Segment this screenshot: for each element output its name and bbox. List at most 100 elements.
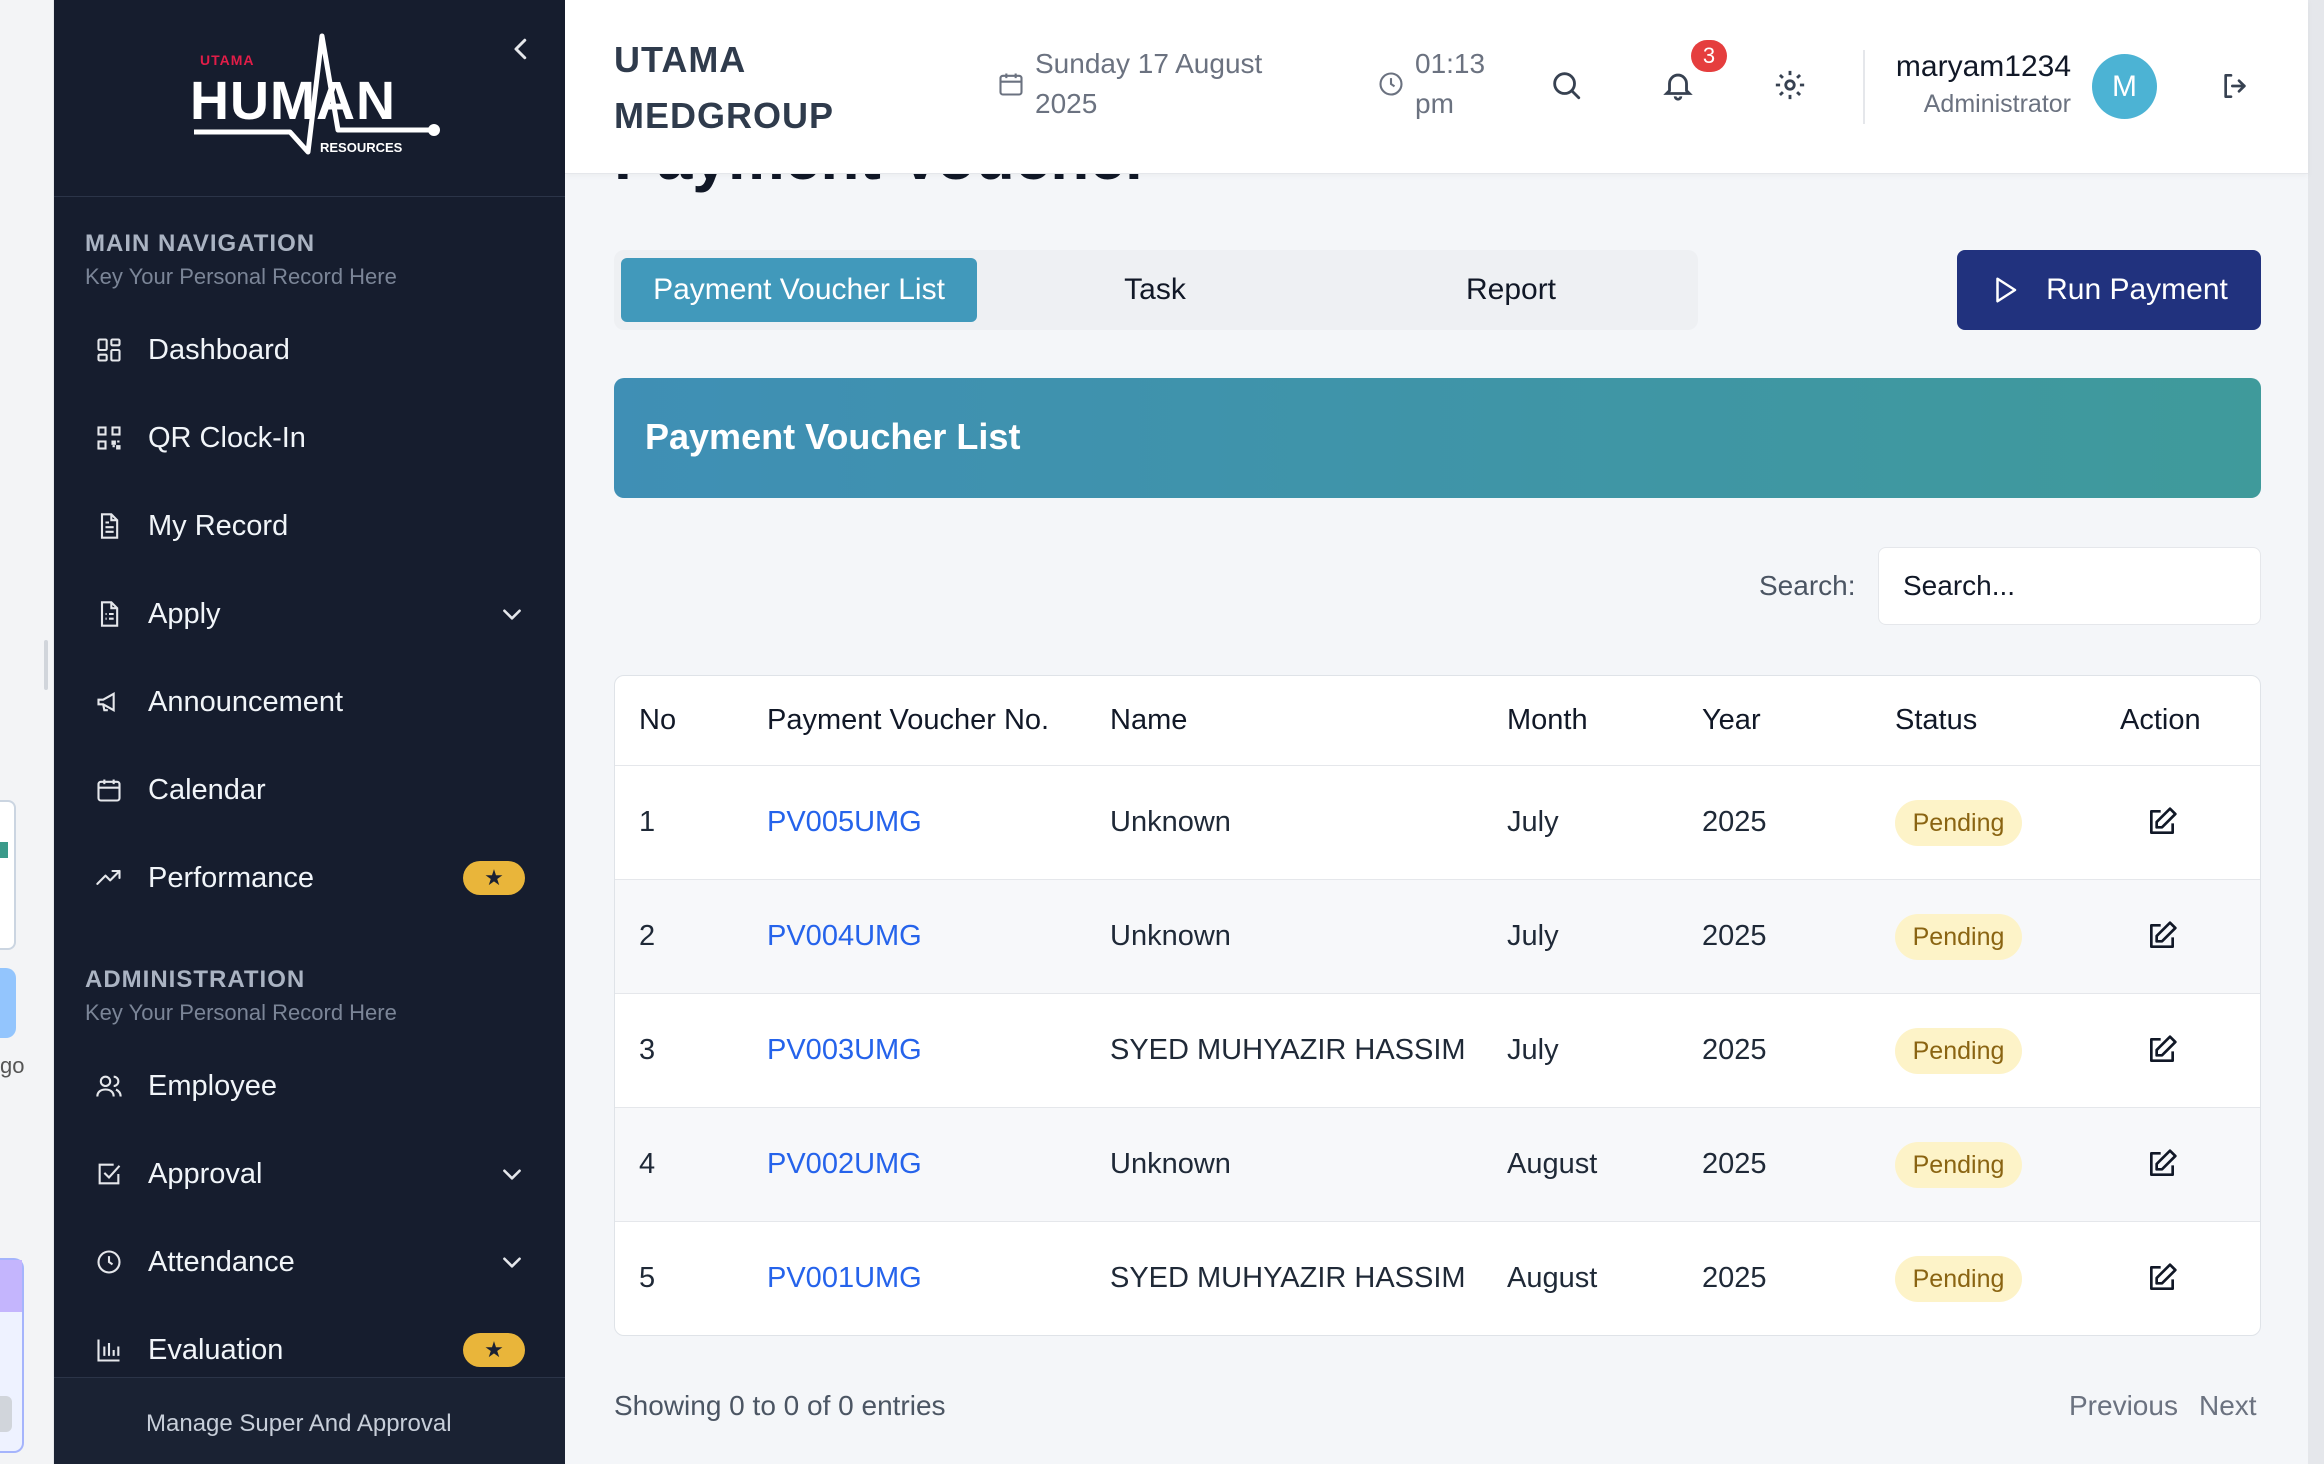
sidebar-item-label: Attendance [148,1245,295,1278]
clock-icon [1379,72,1403,96]
sidebar-item-apply[interactable]: Apply [54,584,565,644]
table-row: 2 PV004UMG Unknown July 2025 Pending [615,880,2260,994]
administration-header: ADMINISTRATION Key Your Personal Record … [54,966,397,1026]
sidebar-item-announcement[interactable]: Announcement [54,672,565,732]
tab-report[interactable]: Report [1333,258,1689,322]
cell-month: July [1507,806,1559,838]
sidebar-item-label: Approval [148,1157,263,1190]
voucher-link[interactable]: PV004UMG [767,920,922,953]
app-logo[interactable]: UTAMA HUMAN RESOURCES [190,32,450,167]
heartbeat-line-icon [194,33,440,155]
cell-name: SYED MUHYAZIR HASSIM [1110,1262,1466,1294]
avatar[interactable]: M [2092,54,2157,119]
cell-name: Unknown [1110,920,1231,952]
section-subtitle: Key Your Personal Record Here [85,264,397,289]
voucher-link[interactable]: PV003UMG [767,1034,922,1067]
star-badge-icon: ★ [463,861,525,895]
voucher-link[interactable]: PV001UMG [767,1262,922,1295]
cell-name: Unknown [1110,1148,1231,1180]
logo-area: UTAMA HUMAN RESOURCES [54,0,565,197]
background-card [0,800,16,950]
chevron-left-icon [514,38,527,60]
run-payment-button[interactable]: Run Payment [1957,250,2261,330]
edit-icon[interactable] [2146,1148,2178,1180]
tab-task[interactable]: Task [977,258,1333,322]
calendar-icon [94,775,124,805]
chevron-down-icon [503,1169,521,1180]
column-header-status[interactable]: Status [1895,704,1977,737]
sidebar-item-label: Employee [148,1069,277,1102]
voucher-link[interactable]: PV002UMG [767,1148,922,1181]
sidebar-item-label: Dashboard [148,333,290,366]
column-header-name[interactable]: Name [1110,704,1187,737]
user-role: Administrator [1923,90,2071,118]
table-row: 3 PV003UMG SYED MUHYAZIR HASSIM July 202… [615,994,2260,1108]
logout-icon[interactable] [2219,70,2251,102]
gear-icon[interactable] [1773,68,1807,102]
background-control [0,1396,12,1432]
sidebar-item-qr-clock-in[interactable]: QR Clock-In [54,408,565,468]
sidebar-item-label: My Record [148,509,289,542]
column-header-no[interactable]: No [639,704,676,737]
next-page-button[interactable]: Next [2199,1390,2257,1422]
column-header-action: Action [2120,704,2201,736]
document-icon [94,511,124,541]
search-input[interactable] [1878,547,2261,625]
sidebar: UTAMA HUMAN RESOURCES MAIN NAVIGATION Ke… [54,0,565,1464]
sidebar-item-calendar[interactable]: Calendar [54,760,565,820]
star-badge-icon: ★ [463,1333,525,1367]
previous-page-button[interactable]: Previous [2069,1390,2178,1422]
column-header-month[interactable]: Month [1507,704,1588,737]
resize-grip[interactable] [44,640,48,690]
section-title: MAIN NAVIGATION [85,230,316,257]
dashboard-icon [94,335,124,365]
date-text: Sunday 17 August 2025 [1035,48,1263,119]
edit-icon[interactable] [2146,920,2178,952]
sidebar-item-performance[interactable]: Performance ★ [54,848,565,908]
table-row: 4 PV002UMG Unknown August 2025 Pending [615,1108,2260,1222]
cell-no: 4 [639,1148,656,1180]
cell-month: August [1507,1262,1598,1294]
cell-year: 2025 [1702,920,1767,952]
cell-month: July [1507,1034,1559,1066]
header-date: Sunday 17 August 2025 [997,44,1262,124]
window-scrollbar[interactable] [2308,0,2324,1464]
trending-up-icon [94,863,124,893]
sidebar-item-attendance[interactable]: Attendance [54,1232,565,1292]
edit-icon[interactable] [2146,1262,2178,1294]
edit-icon[interactable] [2146,1034,2178,1066]
calendar-icon [999,73,1023,96]
collapse-sidebar-button[interactable] [506,34,536,64]
sidebar-item-my-record[interactable]: My Record [54,496,565,556]
cell-month: July [1507,920,1559,952]
play-icon [1996,277,2017,303]
sidebar-footer[interactable]: Manage Super And Approval [54,1377,565,1464]
bell-icon[interactable] [1661,68,1695,102]
sidebar-item-employee[interactable]: Employee [54,1056,565,1116]
notification-count-badge: 3 [1691,40,1727,72]
user-name[interactable]: maryam1234 [1896,50,2071,84]
sidebar-item-label: QR Clock-In [148,421,306,454]
voucher-link[interactable]: PV005UMG [767,806,922,839]
column-header-year[interactable]: Year [1702,704,1761,737]
status-badge: Pending [1895,1142,2022,1188]
chevron-down-icon [503,609,521,620]
sidebar-item-label: Evaluation [148,1333,284,1366]
tab-payment-voucher-list[interactable]: Payment Voucher List [621,258,977,322]
sidebar-item-label: Performance [148,861,315,894]
search-icon[interactable] [1549,68,1583,102]
sidebar-item-evaluation[interactable]: Evaluation ★ [54,1320,565,1380]
status-badge: Pending [1895,914,2022,960]
column-header-voucher-no[interactable]: Payment Voucher No. [767,704,1049,737]
edit-icon[interactable] [2146,806,2178,838]
banner-title: Payment Voucher List [645,416,1021,457]
background-button [0,968,16,1038]
main-navigation-header: MAIN NAVIGATION Key Your Personal Record… [54,230,397,290]
sidebar-item-approval[interactable]: Approval [54,1144,565,1204]
status-badge: Pending [1895,1028,2022,1074]
time-text: 01:13 pm [1415,48,1486,119]
table-header: No Payment Voucher No. Name Month Year S… [615,676,2260,766]
sidebar-item-dashboard[interactable]: Dashboard [54,320,565,380]
top-header: UTAMA MEDGROUP Sunday 17 August 2025 01:… [565,0,2308,174]
sidebar-item-label: Apply [148,597,221,630]
